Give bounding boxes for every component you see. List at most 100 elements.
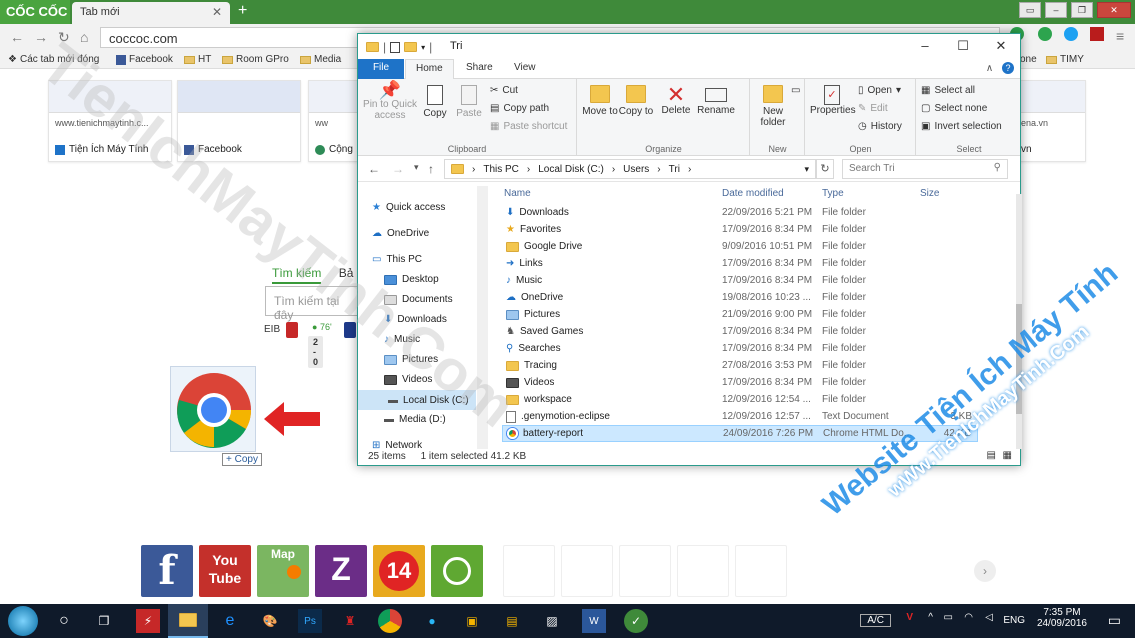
file-row[interactable]: .genymotion-eclipse 12/09/2016 12:57 ... T… [502,408,978,425]
pin-quick-access-button[interactable]: 📌 Pin to Quick access [362,81,418,121]
forward-icon[interactable]: → [34,29,48,45]
chevron-down-icon[interactable]: ▾ [804,164,809,175]
forward-icon[interactable]: → [392,162,404,176]
open-button[interactable]: ▯ Open ▾ [858,85,901,96]
app-tile-kenh14[interactable]: 14 [373,545,425,597]
back-icon[interactable]: ← [10,29,24,45]
bookmark-facebook[interactable]: Facebook [116,54,173,65]
bookmark-ht[interactable]: HT [184,54,211,65]
nav-onedrive[interactable]: ☁ OneDrive [372,228,429,239]
app-tile-empty[interactable] [503,545,555,597]
file-row[interactable]: Google Drive 9/09/2016 10:51 PM File folde… [502,238,978,255]
refresh-icon[interactable]: ↻ [816,159,834,179]
chevron-up-icon[interactable]: ∧ [986,63,993,74]
file-row[interactable]: workspace 12/09/2016 12:54 ... File folder [502,391,978,408]
chrome-taskbar-icon[interactable] [378,609,402,633]
app-tile-empty[interactable] [561,545,613,597]
select-none-button[interactable]: ▢ Select none [921,103,987,114]
volume-icon[interactable]: ◁ [985,612,993,623]
app-tile-empty[interactable] [677,545,729,597]
up-icon[interactable]: ↑ [428,162,434,176]
move-to-button[interactable]: Move to [582,85,618,117]
file-row[interactable]: ♪ Music 17/09/2016 8:34 PM File folder [502,272,978,289]
crumb[interactable]: This PC [483,164,519,175]
skype-icon[interactable] [1064,27,1078,41]
browser-brand[interactable]: CỐC CỐC [0,0,70,24]
breadcrumb[interactable]: › This PC › Local Disk (C:) › Users › Tr… [444,159,816,179]
nav-local-disk-c[interactable]: ▬ Local Disk (C:) [358,390,476,410]
bookmark-one[interactable]: one [1020,54,1037,65]
tab-file[interactable]: File [358,59,404,79]
app-icon-yellow[interactable]: ▤ [500,609,524,633]
nav-documents[interactable]: Documents [384,294,453,305]
new-folder-icon[interactable] [404,42,418,52]
app-tile-clock[interactable] [431,545,483,597]
dragged-file-preview[interactable] [170,366,256,452]
crumb[interactable]: Tri [669,164,680,175]
explorer-search-input[interactable]: Search Tri ⚲ [842,159,1008,179]
file-explorer-taskbar-icon[interactable] [168,604,208,638]
speed-dial-tile[interactable]: www.tienichmaytinh.c... Tiện Ích Máy Tín… [48,80,172,162]
rename-button[interactable]: Rename [696,85,736,116]
column-header-size[interactable]: Size [920,188,939,199]
copy-path-button[interactable]: ▤ Copy path [490,103,549,114]
edit-button[interactable]: ✎ Edit [858,103,888,114]
back-icon[interactable]: ← [368,162,380,176]
copy-to-button[interactable]: Copy to [618,85,654,117]
app-tile-map[interactable]: Map [257,545,309,597]
browser-tab[interactable]: Tab mới ✕ [72,2,230,24]
clock[interactable]: 7:35 PM 24/09/2016 [1037,607,1087,629]
bookmark-room-gpro[interactable]: Room GPro [222,54,289,65]
select-all-button[interactable]: ▦ Select all [921,85,975,96]
large-icons-view-icon[interactable]: ▦ [1003,450,1012,461]
file-row[interactable]: ♞ Saved Games 17/09/2016 8:34 PM File folde… [502,323,978,340]
tab-home[interactable]: Home [405,59,454,79]
nav-this-pc[interactable]: ▭ This PC [372,254,422,265]
next-page-icon[interactable]: › [974,560,996,582]
menu-icon[interactable]: ▭ [1019,2,1041,18]
home-icon[interactable]: ⌂ [80,29,88,45]
tab-share[interactable]: Share [456,59,503,79]
search-input[interactable]: Tìm kiếm tại đây [265,286,360,322]
minimize-icon[interactable]: – [906,34,944,59]
new-folder-button[interactable]: New folder [757,85,789,128]
grammarly-icon[interactable] [1038,27,1052,41]
new-item-icon[interactable]: ▭ [791,85,800,96]
nav-music[interactable]: ♪ Music [384,334,420,345]
app-tile-facebook[interactable]: f [141,545,193,597]
close-icon[interactable]: ✕ [982,34,1020,59]
menu-icon-2[interactable]: ≡ [1116,28,1124,44]
speed-dial-tile[interactable]: Facebook [177,80,301,162]
app-tile-empty[interactable] [619,545,671,597]
app-tile-empty[interactable] [735,545,787,597]
file-row[interactable]: ★ Favorites 17/09/2016 8:34 PM File folder [502,221,978,238]
file-row[interactable]: Pictures 21/09/2016 9:00 PM File folder [502,306,978,323]
nav-downloads[interactable]: ⬇ Downloads [384,314,447,325]
recent-chevron-icon[interactable]: ▾ [414,162,419,173]
app-tile-zing-mp3[interactable]: Z [315,545,367,597]
image-viewer-icon[interactable]: ▨ [540,609,564,633]
tab-other[interactable]: Bả [339,266,354,280]
nav-scrollbar[interactable] [477,186,488,449]
start-alien-icon[interactable] [8,606,38,636]
coccoc-taskbar-icon[interactable]: ✓ [624,609,648,633]
wifi-icon[interactable]: ◠ [964,612,973,623]
column-header-date[interactable]: Date modified [722,188,784,199]
speed-dial-tile[interactable]: ww Cộng [308,80,358,162]
language-indicator[interactable]: ENG [1003,615,1025,626]
file-row[interactable]: Videos 17/09/2016 8:34 PM File folder [502,374,978,391]
battery-icon[interactable]: ▭ [944,612,953,623]
copy-button[interactable]: Copy [420,85,450,119]
chevron-up-icon[interactable]: ^ [928,612,933,623]
ime-indicator[interactable]: A/C [860,614,891,627]
app-icon-red[interactable]: ⚡ [136,609,160,633]
history-button[interactable]: ◷ History [858,121,902,132]
nav-videos[interactable]: Videos [384,374,432,385]
nav-quick-access[interactable]: ★ Quick access [372,202,445,213]
file-list-scrollbar[interactable] [1016,194,1022,449]
close-icon[interactable]: ✕ [1097,2,1131,18]
bookmark-recent-tabs[interactable]: ❖ Các tab mới đóng [8,54,99,65]
nav-desktop[interactable]: Desktop [384,274,439,285]
scrollbar-thumb[interactable] [1016,304,1022,414]
unikey-icon[interactable]: V [906,612,913,623]
